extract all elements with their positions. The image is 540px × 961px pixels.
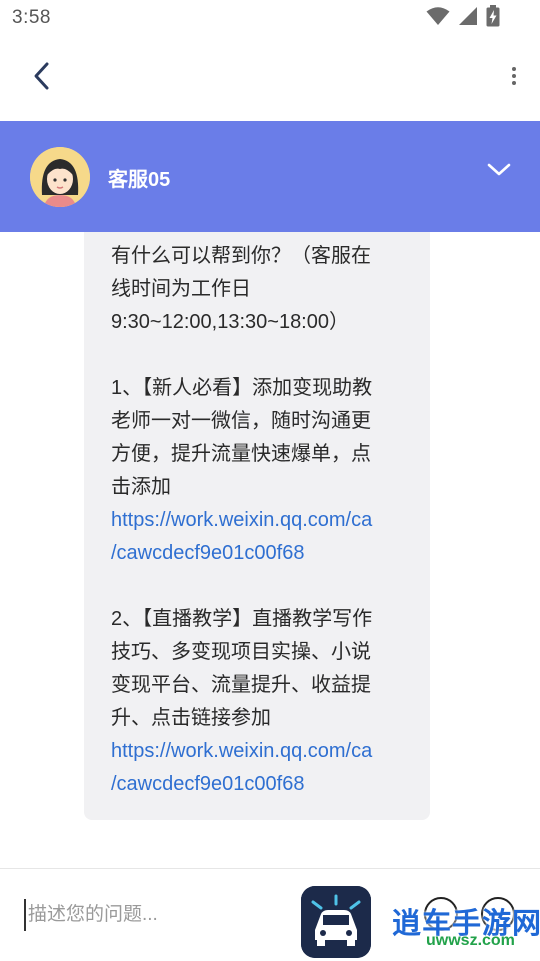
message-input[interactable] — [24, 899, 278, 931]
message-line: 线时间为工作日 — [111, 278, 251, 300]
message-link[interactable]: /cawcdecf9e01c00f68 — [111, 537, 430, 570]
message-line: 有什么可以帮到你？（客服在 — [111, 245, 371, 267]
chat-area[interactable]: 有什么可以帮到你？（客服在 线时间为工作日 9:30~12:00,13:30~18:… — [0, 232, 540, 868]
plus-button[interactable] — [481, 897, 515, 931]
message-line: 2、【直播教学】直播教学写作 — [111, 608, 373, 630]
message-line: 老师一对一微信，随时沟通更 — [111, 410, 371, 432]
chevron-left-icon — [31, 61, 53, 96]
message-link[interactable]: /cawcdecf9e01c00f68 — [111, 768, 430, 801]
message-line-gap — [111, 339, 430, 372]
collapse-button[interactable] — [484, 157, 514, 187]
message-line: 1、【新人必看】添加变现助教 — [111, 377, 373, 399]
emoji-button[interactable] — [424, 897, 458, 931]
input-bar — [0, 868, 540, 961]
app-logo — [301, 886, 371, 958]
message-line-gap — [111, 570, 430, 603]
agent-name: 客服05 — [108, 169, 171, 191]
more-vertical-icon — [511, 66, 517, 91]
app-logo-car-icon — [301, 886, 371, 958]
message-line: 技巧、多变现项目实操、小说 — [111, 641, 371, 663]
message-text: 有什么可以帮到你？（客服在 线时间为工作日 9:30~12:00,13:30~18:… — [111, 240, 430, 801]
wifi-icon — [426, 6, 450, 31]
signal-icon — [458, 6, 478, 31]
message-line: 升、点击链接参加 — [111, 707, 271, 729]
nav-bar — [0, 36, 540, 120]
message-link[interactable]: https://work.weixin.qq.com/ca — [111, 735, 430, 768]
status-time: 3:58 — [12, 7, 51, 28]
more-button[interactable] — [502, 60, 526, 96]
status-bar: 3:58 — [0, 0, 540, 36]
avatar — [30, 147, 90, 207]
message-line: 变现平台、流量提升、收益提 — [111, 674, 371, 696]
chevron-down-icon — [487, 163, 511, 182]
message-link[interactable]: https://work.weixin.qq.com/ca — [111, 504, 430, 537]
agent-header: 客服05 — [0, 121, 540, 232]
message-line: 9:30~12:00,13:30~18:00） — [111, 311, 349, 333]
message-bubble: 有什么可以帮到你？（客服在 线时间为工作日 9:30~12:00,13:30~18:… — [84, 232, 430, 820]
cartoon-girl-avatar-icon — [30, 147, 90, 207]
status-icons — [426, 4, 500, 32]
message-line: 击添加 — [111, 476, 171, 498]
back-button[interactable] — [22, 58, 62, 98]
battery-charging-icon — [486, 4, 500, 32]
message-line: 方便，提升流量快速爆单，点 — [111, 443, 371, 465]
